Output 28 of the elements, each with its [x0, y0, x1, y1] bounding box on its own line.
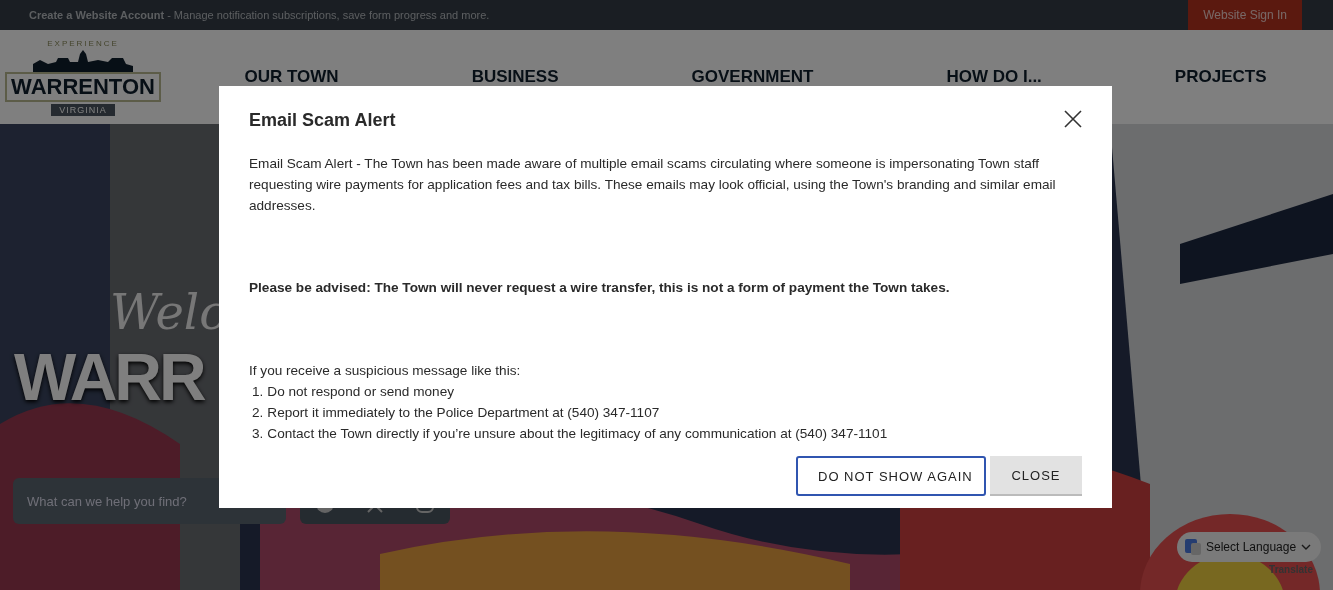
alert-message: Email Scam Alert - The Town has been made aware of multiple email scams circulating where someone is impersonating Town staff requesting wire payments for application fees and tax bills. These emails may look official, using the Town's branding and similar email addresses.	[249, 155, 1057, 215]
step-text: Report it immediately to the Police Department at (540) 347-1107	[267, 404, 660, 422]
list-intro: If you receive a suspicious message like this:	[249, 362, 522, 380]
account-banner-text: Create a Website Account - Manage notification subscriptions, save form progress and more.	[29, 9, 490, 21]
logo-ribbon: VIRGINIA	[51, 103, 115, 116]
welcome-script-text: Welc	[110, 284, 227, 340]
step-number: 3.	[252, 425, 264, 443]
nav-link[interactable]: GOVERNMENT	[691, 67, 814, 87]
step-text: Contact the Town directly if you’re unsure about the legitimacy of any communication at (540) 347-1101	[267, 425, 888, 443]
close-icon[interactable]	[1064, 109, 1082, 128]
logo-tagline: EXPERIENCE	[47, 38, 119, 48]
nav-link[interactable]: PROJECTS	[1174, 67, 1267, 87]
nav-link[interactable]: OUR TOWN	[244, 67, 339, 87]
step-number: 2.	[252, 404, 264, 422]
language-select[interactable]: Select Language	[1177, 532, 1321, 562]
translate-credit: Translate	[1269, 564, 1313, 575]
nav-link[interactable]: BUSINESS	[471, 67, 559, 87]
chevron-down-icon	[1301, 544, 1312, 550]
step-number: 1.	[252, 383, 264, 401]
dialog-button[interactable]: CLOSE	[990, 456, 1082, 496]
dialog-title: Email Scam Alert	[249, 110, 396, 131]
advisory-message: Please be advised: The Town will never request a wire transfer, this is not a form of payment the Town takes.	[249, 279, 951, 297]
step-text: Do not respond or send money	[267, 383, 454, 401]
dialog-button[interactable]: DO NOT SHOW AGAIN	[796, 456, 986, 496]
logo-wordmark: WARRENTON	[5, 71, 161, 102]
nav-link[interactable]: HOW DO I...	[946, 67, 1042, 87]
sign-in-button[interactable]: Website Sign In	[1188, 0, 1302, 30]
hero-headline: WARR	[14, 339, 204, 415]
